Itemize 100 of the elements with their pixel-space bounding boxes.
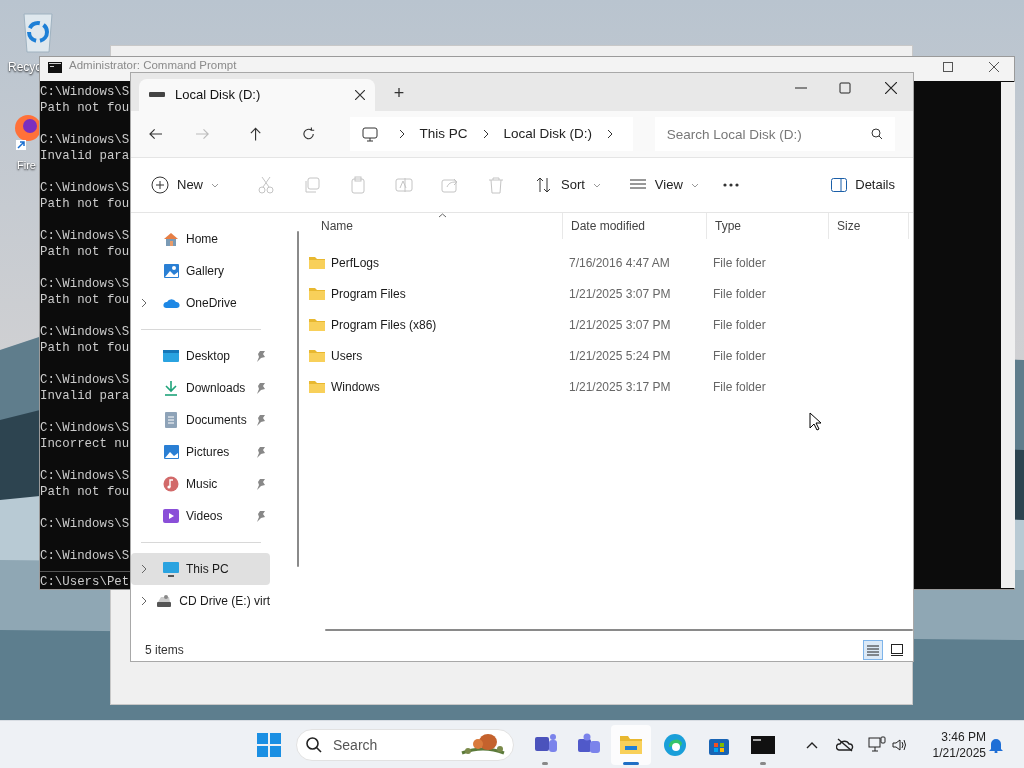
close-icon[interactable]	[988, 61, 1000, 73]
sidebar-item[interactable]: Gallery	[131, 255, 270, 287]
cloud-off-icon[interactable]	[836, 738, 854, 752]
close-icon[interactable]	[355, 90, 365, 100]
new-tab-button[interactable]: +	[387, 81, 411, 105]
table-cell-text: File folder	[713, 254, 766, 272]
column-header[interactable]: Type	[707, 213, 829, 239]
sidebar-item[interactable]: OneDrive	[131, 287, 270, 319]
trash-icon	[487, 176, 505, 194]
table-cell-text: 7/16/2016 4:47 AM	[569, 254, 671, 272]
file-row[interactable]: PerfLogs 7/16/2016 4:47 AM File folder	[305, 247, 913, 278]
search-field[interactable]: Search Local Disk (D:)	[654, 117, 895, 151]
chevron-icon[interactable]	[481, 129, 490, 139]
start-icon[interactable]	[257, 733, 281, 757]
monitor-icon	[163, 561, 180, 577]
scrollbar[interactable]	[1001, 82, 1015, 588]
tab[interactable]: Local Disk (D:)	[139, 79, 375, 111]
tab-title: Local Disk (D:)	[175, 86, 262, 105]
back-icon[interactable]	[149, 127, 163, 141]
sort-caret-icon	[437, 213, 447, 218]
caret-icon	[211, 182, 219, 188]
drive-icon	[149, 92, 165, 98]
column-header[interactable]: Size	[829, 213, 909, 239]
status-text: 5 items	[145, 642, 184, 659]
chevron-up-icon[interactable]	[806, 741, 818, 749]
more-icon	[722, 183, 739, 187]
network-icon[interactable]	[868, 736, 886, 754]
maximize-icon[interactable]	[942, 61, 954, 73]
close-icon[interactable]	[885, 82, 897, 94]
sidebar-item[interactable]: This PC	[131, 553, 270, 585]
sidebar-item[interactable]: Music	[131, 468, 270, 500]
maximize-icon[interactable]	[839, 82, 851, 94]
pin-icon[interactable]	[256, 478, 266, 490]
column-header[interactable]: Name	[313, 213, 563, 239]
details-button[interactable]: Details	[831, 169, 895, 201]
table-cell-text: File folder	[713, 378, 766, 396]
pin-icon[interactable]	[256, 382, 266, 394]
sort-button[interactable]: Sort	[535, 169, 601, 201]
pin-icon[interactable]	[256, 350, 266, 362]
table-cell-text: 1/21/2025 3:17 PM	[569, 378, 672, 396]
copy-icon	[303, 176, 321, 194]
address-bar[interactable]: This PC Local Disk (D:)	[349, 117, 633, 151]
share-icon	[441, 176, 459, 194]
scrollbar-thumb[interactable]	[325, 629, 913, 631]
speaker-icon[interactable]	[892, 738, 908, 752]
sidebar-item[interactable]: Pictures	[131, 436, 270, 468]
search-icon	[306, 737, 322, 753]
table-cell-text: 1/21/2025 3:07 PM	[569, 316, 672, 334]
video-icon	[163, 508, 180, 524]
column-header[interactable]: Date modified	[563, 213, 707, 239]
globe-icon[interactable]	[14, 112, 42, 152]
view-button[interactable]: View	[628, 169, 699, 201]
square-icon	[891, 644, 903, 656]
folder-icon	[309, 287, 325, 300]
clipboard-icon	[349, 176, 367, 194]
sidebar-item[interactable]: CD Drive (E:) virt	[131, 585, 270, 617]
bell-icon[interactable]	[989, 737, 1003, 753]
console-line: Path not fou	[40, 484, 130, 500]
console-line: C:\Users\Pet	[40, 574, 130, 590]
document-icon	[163, 412, 180, 428]
pin-icon[interactable]	[256, 414, 266, 426]
console-icon	[751, 733, 775, 757]
folder-icon	[619, 733, 643, 757]
image-icon	[163, 263, 180, 279]
scrollbar-thumb[interactable]	[297, 231, 299, 567]
taskbar-search-field[interactable]: Search	[296, 729, 514, 761]
pin-icon[interactable]	[256, 510, 266, 522]
sidebar-item[interactable]: Downloads	[131, 372, 270, 404]
console-line: Path not fou	[40, 100, 130, 116]
pin-icon[interactable]	[256, 446, 266, 458]
file-name: Windows	[331, 378, 380, 396]
sidebar-item[interactable]: Videos	[131, 500, 270, 532]
console-line: Path not fou	[40, 292, 130, 308]
file-row[interactable]: Program Files (x86) 1/21/2025 3:07 PM File folder	[305, 309, 913, 340]
refresh-icon[interactable]	[302, 127, 316, 141]
file-row[interactable]: Users 1/21/2025 5:24 PM File folder	[305, 340, 913, 371]
file-row[interactable]: Program Files 1/21/2025 3:07 PM File folder	[305, 278, 913, 309]
caret-icon	[690, 182, 699, 188]
console-line: C:\Windows\S	[40, 324, 130, 340]
breadcrumb-item[interactable]: Local Disk (D:)	[503, 123, 593, 145]
chevron-icon[interactable]	[141, 596, 147, 606]
folder-icon	[309, 318, 325, 331]
chevron-icon[interactable]	[141, 298, 147, 308]
clock[interactable]: 3:46 PM 1/21/2025	[922, 726, 986, 764]
file-name: Users	[331, 347, 363, 365]
file-row[interactable]: Windows 1/21/2025 3:17 PM File folder	[305, 371, 913, 402]
sidebar-item[interactable]: Documents	[131, 404, 270, 436]
download-icon	[163, 380, 180, 396]
new-button[interactable]: New	[151, 169, 219, 201]
breadcrumb-item[interactable]: This PC	[419, 123, 468, 145]
disc-drive-icon	[156, 593, 174, 609]
sidebar-item[interactable]: Desktop	[131, 340, 270, 372]
up-icon[interactable]	[249, 127, 263, 141]
music-icon	[163, 476, 180, 492]
console-line: C:\Windows\S	[40, 228, 130, 244]
sidebar-item[interactable]: Home	[131, 223, 270, 255]
table-cell-text: 1/21/2025 5:24 PM	[569, 347, 672, 365]
console-line: C:\Windows\S	[40, 548, 130, 564]
chevron-icon[interactable]	[606, 129, 615, 139]
chevron-icon[interactable]	[397, 129, 406, 139]
